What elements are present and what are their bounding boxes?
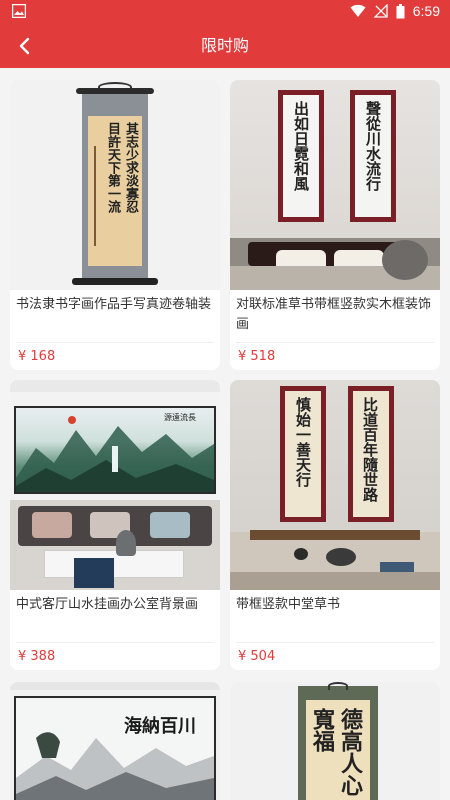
product-price: ¥ 168 [18,349,56,364]
artwork-calligraphy: 德高人心寬福 [309,708,363,796]
product-name: 带框竖款中堂草书 [236,597,341,612]
product-card[interactable]: 出如日霓和風 聲從川水流行 对联标准草书带框竖款实木框装饰画 ¥ 518 [230,80,440,370]
artwork-calligraphy: 慎始一善天行 [294,397,312,487]
product-image: 源遠流長 [10,380,220,590]
product-name: 对联标准草书带框竖款实木框装饰画 [236,297,432,332]
artwork-calligraphy: 其志少求淡寡忍 [123,122,138,213]
artwork-title: 海納百川 [124,716,196,737]
product-price: ¥ 518 [238,349,276,364]
product-price: ¥ 504 [238,649,276,664]
product-card[interactable]: 其志少求淡寡忍 目許天下第一流 书法隶书字画作品手写真迹卷轴装 ¥ 168 [10,80,220,370]
product-card[interactable]: 慎始一善天行 比道百年隨世路 带框竖款中堂草书 ¥ 504 [230,380,440,670]
artwork-calligraphy: 比道百年隨世路 [361,397,379,502]
product-card[interactable]: 源遠流長 中式客厅山水挂画办公室背景画 ¥ 388 [10,380,220,670]
artwork-calligraphy: 聲從川水流行 [364,101,382,191]
artwork-calligraphy: 目許天下第一流 [105,122,120,213]
artwork-title: 源遠流長 [164,413,196,422]
product-image: 慎始一善天行 比道百年隨世路 [230,380,440,590]
status-bar: 6:59 [0,0,450,24]
product-card[interactable]: 海納百川 [10,682,220,800]
no-signal-icon [373,4,388,18]
wifi-icon [350,4,366,17]
product-image: 其志少求淡寡忍 目許天下第一流 [10,80,220,290]
title-bar: 限时购 [0,24,450,68]
app-header: 6:59 限时购 [0,0,450,68]
product-name: 书法隶书字画作品手写真迹卷轴装 [16,297,212,312]
product-price: ¥ 388 [18,649,56,664]
product-image: 出如日霓和風 聲從川水流行 [230,80,440,290]
artwork-calligraphy: 出如日霓和風 [292,101,310,191]
product-card[interactable]: 德高人心寬福 [230,682,440,800]
product-name: 中式客厅山水挂画办公室背景画 [16,597,199,612]
status-time: 6:59 [412,3,440,19]
product-image: 海納百川 [10,682,220,800]
product-grid: 其志少求淡寡忍 目許天下第一流 书法隶书字画作品手写真迹卷轴装 ¥ 168 出如… [0,68,450,800]
page-title: 限时购 [200,36,249,55]
image-notification-icon [12,4,26,18]
battery-icon [396,3,405,18]
product-image: 德高人心寬福 [230,682,440,800]
